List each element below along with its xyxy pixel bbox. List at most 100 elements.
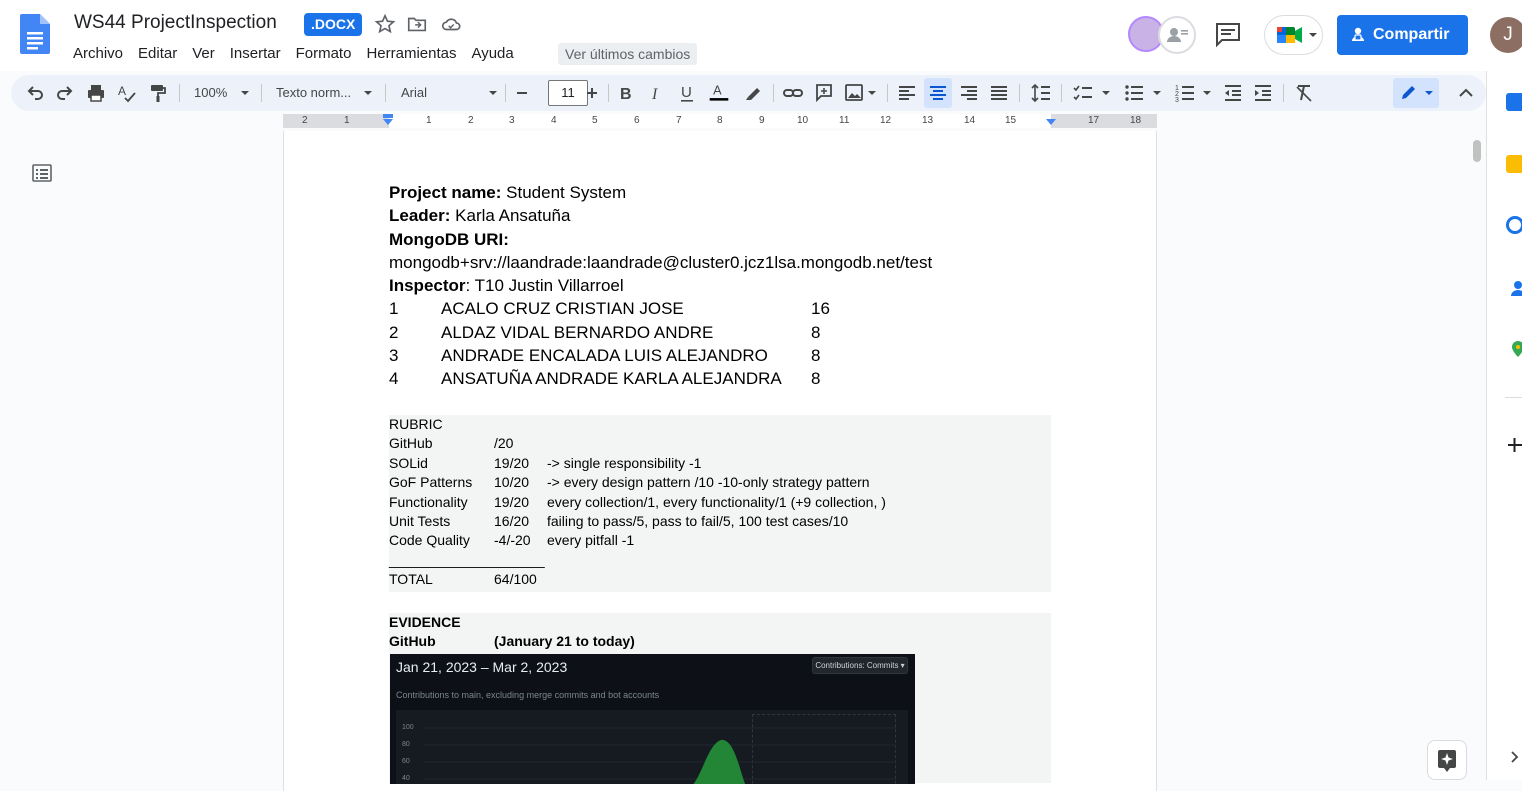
add-comment-icon[interactable] bbox=[814, 82, 834, 104]
bold-icon[interactable]: B bbox=[617, 82, 635, 104]
screenshot-date-range: Jan 21, 2023 – Mar 2, 2023 bbox=[396, 659, 568, 675]
last-edit-link[interactable]: Ver últimos cambios bbox=[558, 43, 698, 65]
rubric-label: GoF Patterns bbox=[389, 474, 473, 490]
collapse-menus-icon[interactable] bbox=[1457, 82, 1475, 104]
roster-number: 4 bbox=[389, 369, 399, 388]
ruler-label: 4 bbox=[551, 115, 557, 126]
menu-herramientas[interactable]: Herramientas bbox=[366, 45, 456, 65]
style-select[interactable]: Texto norm... bbox=[276, 82, 351, 104]
undo-icon[interactable] bbox=[25, 82, 45, 104]
redo-icon[interactable] bbox=[55, 82, 75, 104]
underline-icon[interactable]: U bbox=[678, 82, 696, 104]
maps-icon[interactable] bbox=[1506, 340, 1522, 358]
horizontal-ruler[interactable]: 2 1 1 2 3 4 5 6 7 8 9 10 11 12 13 14 15 … bbox=[283, 114, 1157, 128]
align-center-button[interactable] bbox=[924, 78, 952, 108]
mongo-label-line[interactable]: MongoDB URI: bbox=[389, 230, 509, 250]
spellcheck-icon[interactable]: A bbox=[116, 82, 138, 104]
comments-icon[interactable] bbox=[1213, 21, 1243, 49]
roster-score: 16 bbox=[811, 299, 830, 318]
align-right-icon[interactable] bbox=[959, 82, 979, 104]
folder-move-icon[interactable] bbox=[406, 13, 428, 35]
left-indent-marker-icon[interactable] bbox=[381, 114, 395, 128]
decrease-font-size-icon[interactable] bbox=[513, 82, 531, 104]
decrease-indent-icon[interactable] bbox=[1223, 82, 1243, 104]
tasks-icon[interactable] bbox=[1506, 216, 1522, 234]
screenshot-tick: 80 bbox=[402, 741, 410, 748]
text-color-icon[interactable]: A bbox=[707, 82, 731, 104]
svg-text:A: A bbox=[713, 84, 722, 98]
insert-image-icon[interactable] bbox=[844, 82, 864, 104]
keep-icon[interactable] bbox=[1506, 155, 1522, 173]
calendar-icon[interactable] bbox=[1506, 93, 1522, 111]
rubric-note: -> single responsibility -1 bbox=[547, 455, 702, 471]
chevron-down-icon[interactable] bbox=[1201, 82, 1213, 104]
editing-mode-button[interactable] bbox=[1393, 78, 1439, 108]
svg-text:3: 3 bbox=[1175, 97, 1179, 104]
menu-ayuda[interactable]: Ayuda bbox=[471, 45, 513, 65]
checklist-icon[interactable] bbox=[1072, 82, 1094, 104]
screenshot-chart-area bbox=[396, 710, 908, 784]
chevron-down-icon[interactable] bbox=[239, 82, 251, 104]
print-icon[interactable] bbox=[86, 82, 106, 104]
contacts-icon[interactable] bbox=[1506, 279, 1522, 297]
link-icon[interactable] bbox=[782, 82, 804, 104]
line-spacing-icon[interactable] bbox=[1030, 82, 1052, 104]
zoom-select[interactable]: 100% bbox=[194, 82, 227, 104]
roster-name: ANSATUÑA ANDRADE KARLA ALEJANDRA bbox=[441, 369, 782, 388]
chevron-down-icon[interactable] bbox=[1151, 82, 1163, 104]
increase-font-size-icon[interactable] bbox=[583, 82, 601, 104]
meet-button[interactable] bbox=[1264, 15, 1323, 55]
ruler-label: 3 bbox=[509, 115, 515, 126]
docs-logo-icon[interactable] bbox=[20, 14, 50, 54]
chevron-down-icon[interactable] bbox=[362, 82, 374, 104]
project-line[interactable]: Project name: Student System bbox=[389, 183, 626, 203]
italic-icon[interactable]: I bbox=[648, 82, 666, 104]
mongo-label: MongoDB URI: bbox=[389, 230, 509, 249]
menu-editar[interactable]: Editar bbox=[138, 45, 177, 65]
roster-number: 1 bbox=[389, 299, 399, 318]
increase-indent-icon[interactable] bbox=[1253, 82, 1273, 104]
formatting-toolbar: A 100% Texto norm... Arial 11 B I U A 12… bbox=[11, 75, 1486, 111]
share-button[interactable]: Compartir bbox=[1337, 15, 1468, 55]
star-icon[interactable] bbox=[374, 13, 396, 35]
account-avatar[interactable]: J bbox=[1490, 17, 1522, 53]
justify-icon[interactable] bbox=[989, 82, 1009, 104]
mongo-uri[interactable]: mongodb+srv://laandrade:laandrade@cluste… bbox=[389, 253, 932, 273]
format-badge: .DOCX bbox=[304, 13, 363, 36]
outline-icon[interactable] bbox=[32, 163, 52, 183]
bulleted-list-icon[interactable] bbox=[1123, 82, 1145, 104]
github-contributions-screenshot[interactable]: Jan 21, 2023 – Mar 2, 2023 Contributions… bbox=[390, 654, 915, 784]
cloud-status-icon[interactable] bbox=[440, 13, 462, 35]
paint-format-icon[interactable] bbox=[148, 82, 168, 104]
menu-archivo[interactable]: Archivo bbox=[73, 45, 123, 65]
chevron-right-icon[interactable] bbox=[1510, 750, 1520, 764]
chevron-down-icon[interactable] bbox=[866, 82, 878, 104]
rubric-score: -4/-20 bbox=[494, 532, 531, 548]
contacts-glyph-icon bbox=[1511, 281, 1522, 296]
menu-insertar[interactable]: Insertar bbox=[230, 45, 281, 65]
document-title[interactable]: WS44 ProjectInspection bbox=[74, 12, 277, 34]
inspector-value: : T10 Justin Villarroel bbox=[465, 276, 624, 295]
leader-line[interactable]: Leader: Karla Ansatuña bbox=[389, 206, 570, 226]
explore-assist-button[interactable] bbox=[1427, 740, 1467, 780]
side-panel-divider bbox=[1505, 397, 1522, 398]
font-select[interactable]: Arial bbox=[401, 82, 427, 104]
align-left-icon[interactable] bbox=[897, 82, 917, 104]
font-size-input[interactable]: 11 bbox=[548, 80, 588, 106]
roster-name: ACALO CRUZ CRISTIAN JOSE bbox=[441, 299, 684, 318]
numbered-list-icon[interactable]: 123 bbox=[1174, 82, 1196, 104]
clear-formatting-icon[interactable] bbox=[1294, 82, 1314, 104]
inspector-line[interactable]: Inspector: T10 Justin Villarroel bbox=[389, 276, 624, 296]
right-indent-marker-icon[interactable] bbox=[1044, 114, 1058, 128]
chevron-down-icon[interactable] bbox=[1100, 82, 1112, 104]
vertical-scrollbar[interactable] bbox=[1473, 140, 1481, 162]
add-addon-icon[interactable] bbox=[1507, 437, 1522, 453]
collaborators-more-avatar[interactable] bbox=[1158, 16, 1196, 54]
rubric-score: 19/20 bbox=[494, 455, 530, 471]
chevron-down-icon[interactable] bbox=[487, 82, 499, 104]
screenshot-tick: 60 bbox=[402, 758, 410, 765]
menu-ver[interactable]: Ver bbox=[192, 45, 215, 65]
ruler-label: 8 bbox=[717, 115, 723, 126]
menu-formato[interactable]: Formato bbox=[296, 45, 352, 65]
highlight-icon[interactable] bbox=[743, 82, 763, 104]
